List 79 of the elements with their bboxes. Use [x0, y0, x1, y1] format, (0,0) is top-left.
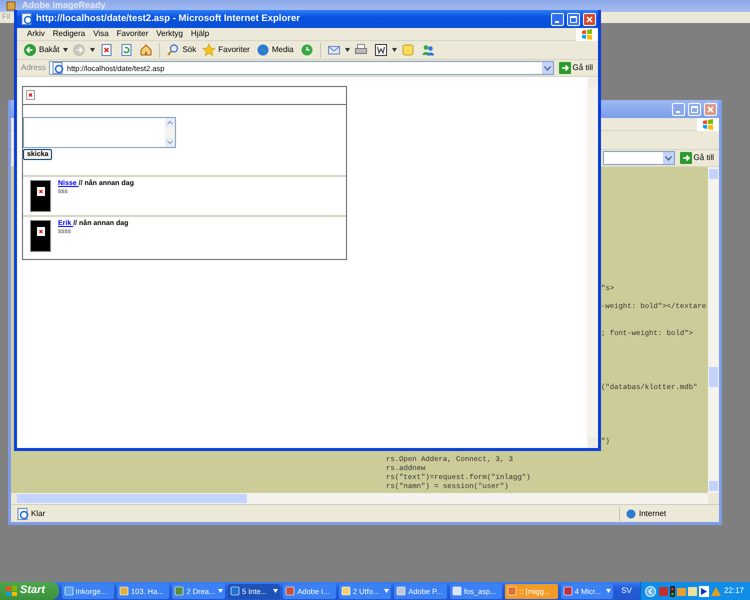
people-icon — [420, 43, 435, 57]
maximize-icon — [570, 16, 577, 22]
address-label: Adress — [21, 63, 46, 73]
expand-tray-icon — [644, 586, 656, 596]
message-textarea[interactable] — [23, 117, 176, 148]
status-text: Klar — [31, 508, 46, 518]
minimize-button[interactable] — [672, 102, 685, 116]
scroll-down-icon — [165, 138, 175, 147]
close-icon — [586, 16, 593, 22]
maximize-button[interactable] — [567, 12, 580, 26]
zone-label: Internet — [639, 508, 666, 518]
menu-item[interactable]: Redigera — [52, 29, 86, 39]
maximize-icon — [691, 106, 698, 112]
back-icon — [23, 43, 37, 57]
browser-page-icon — [21, 13, 33, 25]
app-icon — [340, 586, 351, 596]
tray-icons-drawing — [658, 586, 721, 596]
address-field[interactable] — [603, 151, 675, 165]
vertical-scrollbar[interactable] — [708, 167, 719, 493]
app-icon — [230, 586, 240, 596]
menu-item[interactable]: Hjälp — [190, 29, 210, 39]
note-icon — [400, 43, 415, 57]
menu-item[interactable]: Favoriter — [116, 29, 148, 39]
windows-logo-icon — [702, 118, 714, 130]
browser-page-icon — [17, 508, 29, 520]
search-icon — [166, 43, 180, 57]
horizontal-scrollbar[interactable] — [17, 493, 708, 504]
refresh-icon — [119, 43, 134, 57]
star-icon — [202, 43, 216, 57]
windows-flag-icon — [6, 586, 17, 596]
menu-item[interactable]: Verktyg — [156, 29, 183, 39]
back-button[interactable]: Bakåt — [21, 42, 62, 58]
home-icon — [139, 43, 154, 57]
app-icon — [396, 586, 406, 596]
close-button[interactable] — [583, 12, 596, 26]
menu-item[interactable]: Arkiv — [27, 29, 45, 39]
app-icon — [452, 586, 462, 596]
vertical-scrollbar[interactable] — [587, 77, 598, 448]
maximize-button[interactable] — [688, 102, 701, 116]
search-button[interactable]: Sök — [164, 42, 198, 58]
go-arrow-icon — [558, 62, 571, 74]
clock: 22:17 — [724, 586, 744, 596]
close-icon — [707, 106, 714, 112]
caret-icon — [63, 48, 68, 52]
windows-logo-icon — [581, 28, 593, 40]
app-icon — [119, 586, 129, 596]
caret-icon — [344, 48, 350, 52]
browser-page-icon — [52, 62, 64, 74]
app-icon — [562, 586, 573, 596]
menu-item[interactable]: Visa — [93, 29, 109, 39]
media-button[interactable]: Media — [254, 42, 296, 58]
globe-icon — [626, 508, 636, 518]
favorites-button[interactable]: Favoriter — [200, 42, 252, 58]
forward-icon — [72, 43, 86, 57]
scroll-up-icon — [165, 118, 175, 127]
broken-image-icon — [36, 227, 44, 236]
app-icon — [507, 586, 518, 596]
broken-image-icon — [36, 187, 44, 196]
app-icon — [174, 586, 184, 596]
app-icon — [64, 586, 74, 596]
broken-image-icon — [26, 90, 35, 100]
close-button[interactable] — [704, 102, 717, 116]
edit-icon — [374, 43, 388, 57]
printer-icon — [354, 43, 368, 57]
go-button[interactable]: Gå till — [678, 152, 716, 164]
minimize-button[interactable] — [551, 12, 564, 26]
caret-icon — [392, 48, 397, 52]
mail-icon — [326, 43, 341, 57]
window-title: Adobe ImageReady — [22, 0, 106, 10]
caret-icon — [90, 48, 96, 52]
go-button[interactable]: Gå till — [556, 62, 595, 74]
go-arrow-icon — [680, 152, 692, 164]
app-icon — [285, 586, 296, 596]
language-indicator[interactable]: SV — [616, 586, 637, 596]
stop-icon — [99, 43, 114, 57]
window-title: http://localhost/date/test2.asp - Microsoft Internet Explorer — [36, 13, 301, 25]
history-icon — [300, 43, 314, 57]
app-icon — [6, 1, 16, 11]
globe-icon — [256, 43, 270, 57]
